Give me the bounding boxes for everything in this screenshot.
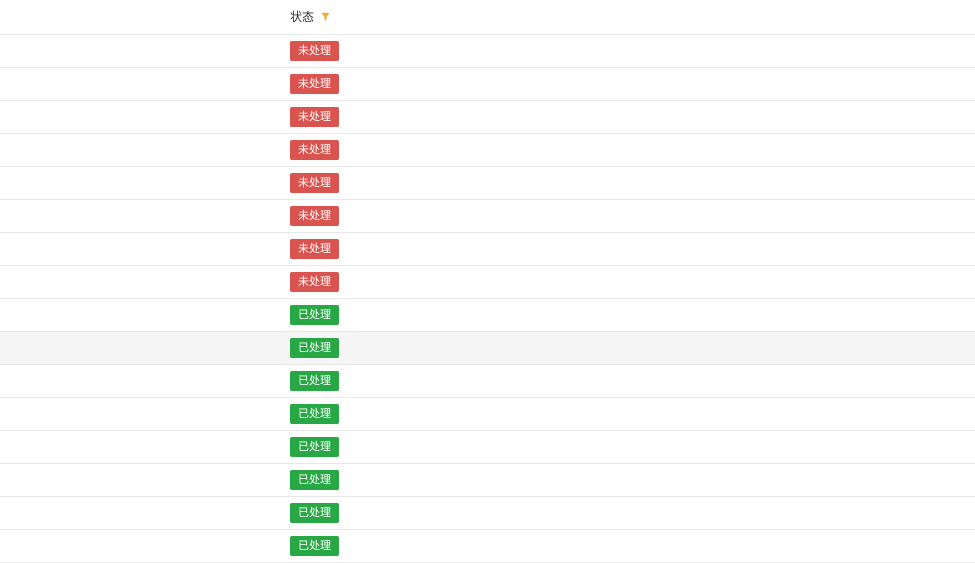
table-header-row: 状态 (0, 0, 975, 34)
status-cell: 未处理 (0, 67, 975, 100)
status-cell: 已处理 (0, 298, 975, 331)
status-cell: 已处理 (0, 397, 975, 430)
status-badge: 已处理 (290, 338, 339, 358)
status-badge: 已处理 (290, 503, 339, 523)
status-table: 状态 未处理未处理未处理未处理未处理未处理未处理未处理已处理已处理已处理已处理已… (0, 0, 975, 563)
status-badge: 已处理 (290, 437, 339, 457)
status-cell: 未处理 (0, 199, 975, 232)
status-cell: 已处理 (0, 430, 975, 463)
table-row[interactable]: 已处理 (0, 364, 975, 397)
status-cell: 未处理 (0, 100, 975, 133)
table-row[interactable]: 已处理 (0, 298, 975, 331)
table-row[interactable]: 已处理 (0, 529, 975, 562)
table-row[interactable]: 已处理 (0, 430, 975, 463)
column-header-status[interactable]: 状态 (0, 0, 975, 34)
table-row[interactable]: 未处理 (0, 232, 975, 265)
table-row[interactable]: 未处理 (0, 34, 975, 67)
status-badge: 已处理 (290, 305, 339, 325)
status-cell: 已处理 (0, 463, 975, 496)
status-badge: 已处理 (290, 404, 339, 424)
status-badge: 已处理 (290, 371, 339, 391)
status-badge: 未处理 (290, 140, 339, 160)
status-cell: 未处理 (0, 232, 975, 265)
filter-icon[interactable] (318, 10, 332, 24)
table-row[interactable]: 未处理 (0, 100, 975, 133)
table-row[interactable]: 未处理 (0, 133, 975, 166)
table-row[interactable]: 已处理 (0, 331, 975, 364)
status-badge: 未处理 (290, 173, 339, 193)
table-row[interactable]: 已处理 (0, 463, 975, 496)
column-header-label: 状态 (290, 8, 314, 25)
table-row[interactable]: 未处理 (0, 199, 975, 232)
status-cell: 已处理 (0, 331, 975, 364)
status-cell: 未处理 (0, 133, 975, 166)
funnel-path (321, 13, 329, 21)
status-cell: 未处理 (0, 265, 975, 298)
status-badge: 未处理 (290, 239, 339, 259)
table-body: 未处理未处理未处理未处理未处理未处理未处理未处理已处理已处理已处理已处理已处理已… (0, 34, 975, 562)
status-badge: 已处理 (290, 536, 339, 556)
status-cell: 已处理 (0, 364, 975, 397)
table-row[interactable]: 未处理 (0, 166, 975, 199)
status-cell: 未处理 (0, 34, 975, 67)
table-row[interactable]: 已处理 (0, 496, 975, 529)
status-badge: 未处理 (290, 272, 339, 292)
table-row[interactable]: 未处理 (0, 265, 975, 298)
status-cell: 未处理 (0, 166, 975, 199)
status-badge: 未处理 (290, 206, 339, 226)
status-badge: 已处理 (290, 470, 339, 490)
status-badge: 未处理 (290, 41, 339, 61)
table-row[interactable]: 已处理 (0, 397, 975, 430)
status-badge: 未处理 (290, 74, 339, 94)
table-row[interactable]: 未处理 (0, 67, 975, 100)
status-badge: 未处理 (290, 107, 339, 127)
status-cell: 已处理 (0, 496, 975, 529)
status-cell: 已处理 (0, 529, 975, 562)
